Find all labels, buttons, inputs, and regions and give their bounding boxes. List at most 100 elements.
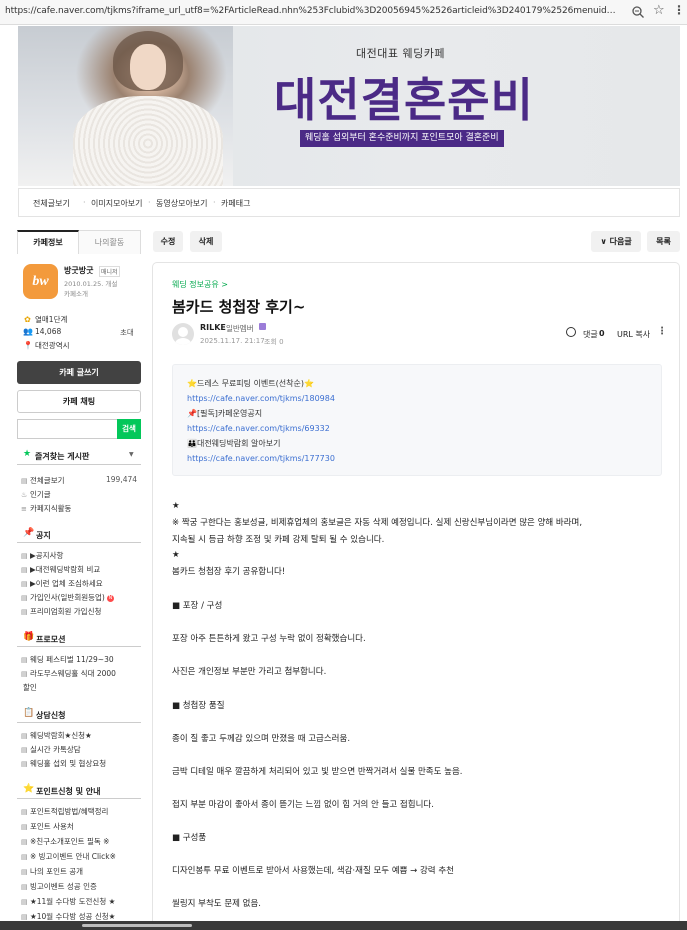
members-count[interactable]: 14,068 [35, 327, 61, 336]
board-nov-chat[interactable]: ▤ ★11월 수다방 도전신청 ★ [21, 896, 115, 907]
board-knowledge[interactable]: ≡ 카페지식활동 [21, 503, 71, 514]
horizontal-scrollbar[interactable] [0, 921, 687, 930]
board-label: 웨딩박람회★신청★ [30, 731, 92, 740]
comment-count[interactable]: 0 [599, 329, 605, 338]
board-my-points[interactable]: ▤ 나의 포인트 공개 [21, 866, 83, 877]
body-paragraph: 디자인봉투 무료 이벤트로 받아서 사용했는데, 색감·재질 모두 예쁨 → 강… [172, 866, 454, 876]
board-greeting[interactable]: ▤ 가입인사(일반회원등업) N [21, 592, 114, 603]
delete-button[interactable]: 삭제 [190, 231, 222, 252]
board-label: 포인트적립방법/혜택정리 [30, 807, 109, 816]
article-title: 봄카드 청첩장 후기~ [172, 298, 306, 316]
board-friend-points[interactable]: ▤ ※친구소개포인트 필독 ※ [21, 836, 109, 847]
cafe-profile: bw 방굿방굿 매니저 2010.01.25. 개설 카페소개 [17, 264, 141, 308]
invite-link[interactable]: 초대 [120, 327, 134, 338]
edit-button[interactable]: 수정 [153, 231, 183, 252]
cafe-intro-link[interactable]: 카페소개 [64, 288, 88, 298]
section-notice-header: 📌 공지 [17, 525, 141, 543]
board-ladomus[interactable]: ▤ 라도무스웨딩홀 식대 2000 [21, 668, 116, 679]
board-fair-compare[interactable]: ▤ ▶대전웨딩박람회 비교 [21, 564, 100, 575]
notice-link[interactable]: https://cafe.naver.com/tjkms/180984 [187, 394, 335, 403]
board-label: 프리미엄회원 가입신청 [30, 607, 102, 616]
section-title: 상담신청 [36, 711, 66, 720]
next-post-button[interactable]: ∨ 다음글 [591, 231, 641, 252]
board-caution[interactable]: ▤ ▶이런 업체 조심하세요 [21, 578, 103, 589]
more-options-icon[interactable]: ⋮ [657, 326, 667, 337]
fire-icon: ♨ [21, 491, 28, 499]
board-notice[interactable]: ▤ ▶공지사항 [21, 550, 63, 561]
cafe-search-input[interactable] [17, 419, 117, 439]
url-text[interactable]: https://cafe.naver.com/tjkms?iframe_url_… [5, 6, 620, 16]
board-label: ▶공지사항 [30, 551, 64, 560]
all-posts-count: 199,474 [106, 475, 138, 484]
cafe-manager-name[interactable]: 방굿방굿 [64, 265, 93, 276]
cafe-logo[interactable]: bw [23, 264, 58, 299]
url-copy-button[interactable]: URL 복사 [617, 329, 650, 340]
author-grade: 일반멤버 [226, 324, 254, 333]
tab-my-activity[interactable]: 나의활동 [79, 230, 141, 254]
section-promotion-header: 🎁 프로모션 [17, 629, 141, 647]
cafe-write-button[interactable]: 카페 글쓰기 [17, 361, 141, 384]
board-icon: ▤ [21, 808, 28, 816]
board-popular[interactable]: ♨ 인기글 [21, 489, 51, 500]
board-icon: ▤ [21, 608, 28, 616]
body-paragraph: 종이 질 좋고 두께감 있으며 만졌을 때 고급스러움. [172, 734, 351, 744]
cafe-banner[interactable]: 대전대표 웨딩카페 대전결혼준비 웨딩홀 섭외부터 혼수준비까지 포인트모아 결… [18, 26, 680, 186]
board-label: 포인트 사용처 [30, 822, 74, 831]
notice-link[interactable]: https://cafe.naver.com/tjkms/177730 [187, 454, 335, 463]
board-label: 웨딩홀 섭외 및 협상요청 [30, 759, 107, 768]
board-points-usage[interactable]: ▤ 포인트 사용처 [21, 821, 74, 832]
zoom-icon[interactable] [631, 5, 645, 19]
cafe-since: 2010.01.25. 개설 [64, 280, 118, 288]
address-bar[interactable]: https://cafe.naver.com/tjkms?iframe_url_… [0, 0, 687, 25]
cafe-search: 검색 [17, 419, 141, 439]
notice-line: 👪대전웨딩박람회 알아보기 [187, 439, 281, 448]
board-kakao[interactable]: ▤ 실시간 카톡상담 [21, 744, 81, 755]
board-hall-request[interactable]: ▤ 웨딩홀 섭외 및 협상요청 [21, 758, 106, 769]
bride-face [130, 44, 166, 90]
author-name[interactable]: RILKE [200, 323, 226, 332]
menu-tags[interactable]: 카페태그 [221, 198, 250, 209]
view-count: 조회 0 [264, 338, 284, 346]
board-bingo-success[interactable]: ▤ 빙고이벤트 성공 인증 [21, 881, 97, 892]
body-paragraph: 씰링지 부착도 문제 없음. [172, 899, 262, 909]
board-breadcrumb[interactable]: 웨딩 정보공유 > [172, 279, 228, 290]
notice-line: ⭐드레스 무료피팅 이벤트(선착순)⭐ [187, 379, 314, 388]
menu-videos[interactable]: 동영상모아보기 [156, 198, 208, 209]
bookmark-star-icon[interactable]: ☆ [653, 4, 665, 18]
comment-bubble-icon[interactable] [566, 327, 576, 337]
favorite-boards-header[interactable]: ★ 즐겨찾는 게시판 ▼ [17, 445, 141, 465]
list-button[interactable]: 목록 [647, 231, 680, 252]
author-avatar[interactable] [172, 323, 194, 345]
menu-images[interactable]: 이미지모아보기 [91, 198, 143, 209]
board-premium[interactable]: ▤ 프리미엄회원 가입신청 [21, 606, 101, 617]
board-label: 빙고이벤트 성공 인증 [30, 882, 97, 891]
post-date: 2025.11.17. 21:17 [200, 337, 265, 345]
board-points-method[interactable]: ▤ 포인트적립방법/혜택정리 [21, 806, 108, 817]
cafe-chat-button[interactable]: 카페 채팅 [17, 390, 141, 413]
cafe-search-button[interactable]: 검색 [117, 419, 141, 439]
banner-title: 대전결혼준비 [274, 73, 534, 127]
tab-cafe-info[interactable]: 카페정보 [17, 230, 79, 254]
sidebar-tabs: 카페정보 나의활동 [17, 230, 141, 254]
gift-icon: 🎁 [23, 632, 35, 642]
cafe-region: 📍 대전광역시 [23, 340, 70, 351]
board-icon: ▤ [21, 566, 28, 574]
board-fair-apply[interactable]: ▤ 웨딩박람회★신청★ [21, 730, 92, 741]
section-consult-header: 📋 상담신청 [17, 705, 141, 723]
board-bingo-guide[interactable]: ▤ ※ 빙고이벤트 안내 Click※ [21, 851, 116, 862]
comment-label[interactable]: 댓글 [583, 329, 598, 340]
board-ladomus-wrap[interactable]: 할인 [23, 682, 37, 693]
board-label: 웨딩 페스티벌 11/29~30 [30, 655, 114, 664]
notice-link[interactable]: https://cafe.naver.com/tjkms/69332 [187, 424, 330, 433]
board-label: ▶대전웨딩박람회 비교 [30, 565, 101, 574]
collapse-triangle-icon[interactable]: ▼ [129, 451, 134, 458]
board-all-posts[interactable]: ▤ 전체글보기 199,474 [21, 475, 137, 486]
board-wedding-festival[interactable]: ▤ 웨딩 페스티벌 11/29~30 [21, 654, 114, 665]
menu-all-posts[interactable]: 전체글보기 [33, 198, 70, 209]
menu-separator: · [213, 198, 216, 207]
board-icon: ▤ [21, 823, 28, 831]
scrollbar-thumb[interactable] [82, 924, 192, 927]
star-icon: ⭐ [23, 784, 35, 794]
board-icon: ▤ [21, 580, 28, 588]
more-vertical-icon[interactable]: ⋮ [673, 3, 685, 17]
